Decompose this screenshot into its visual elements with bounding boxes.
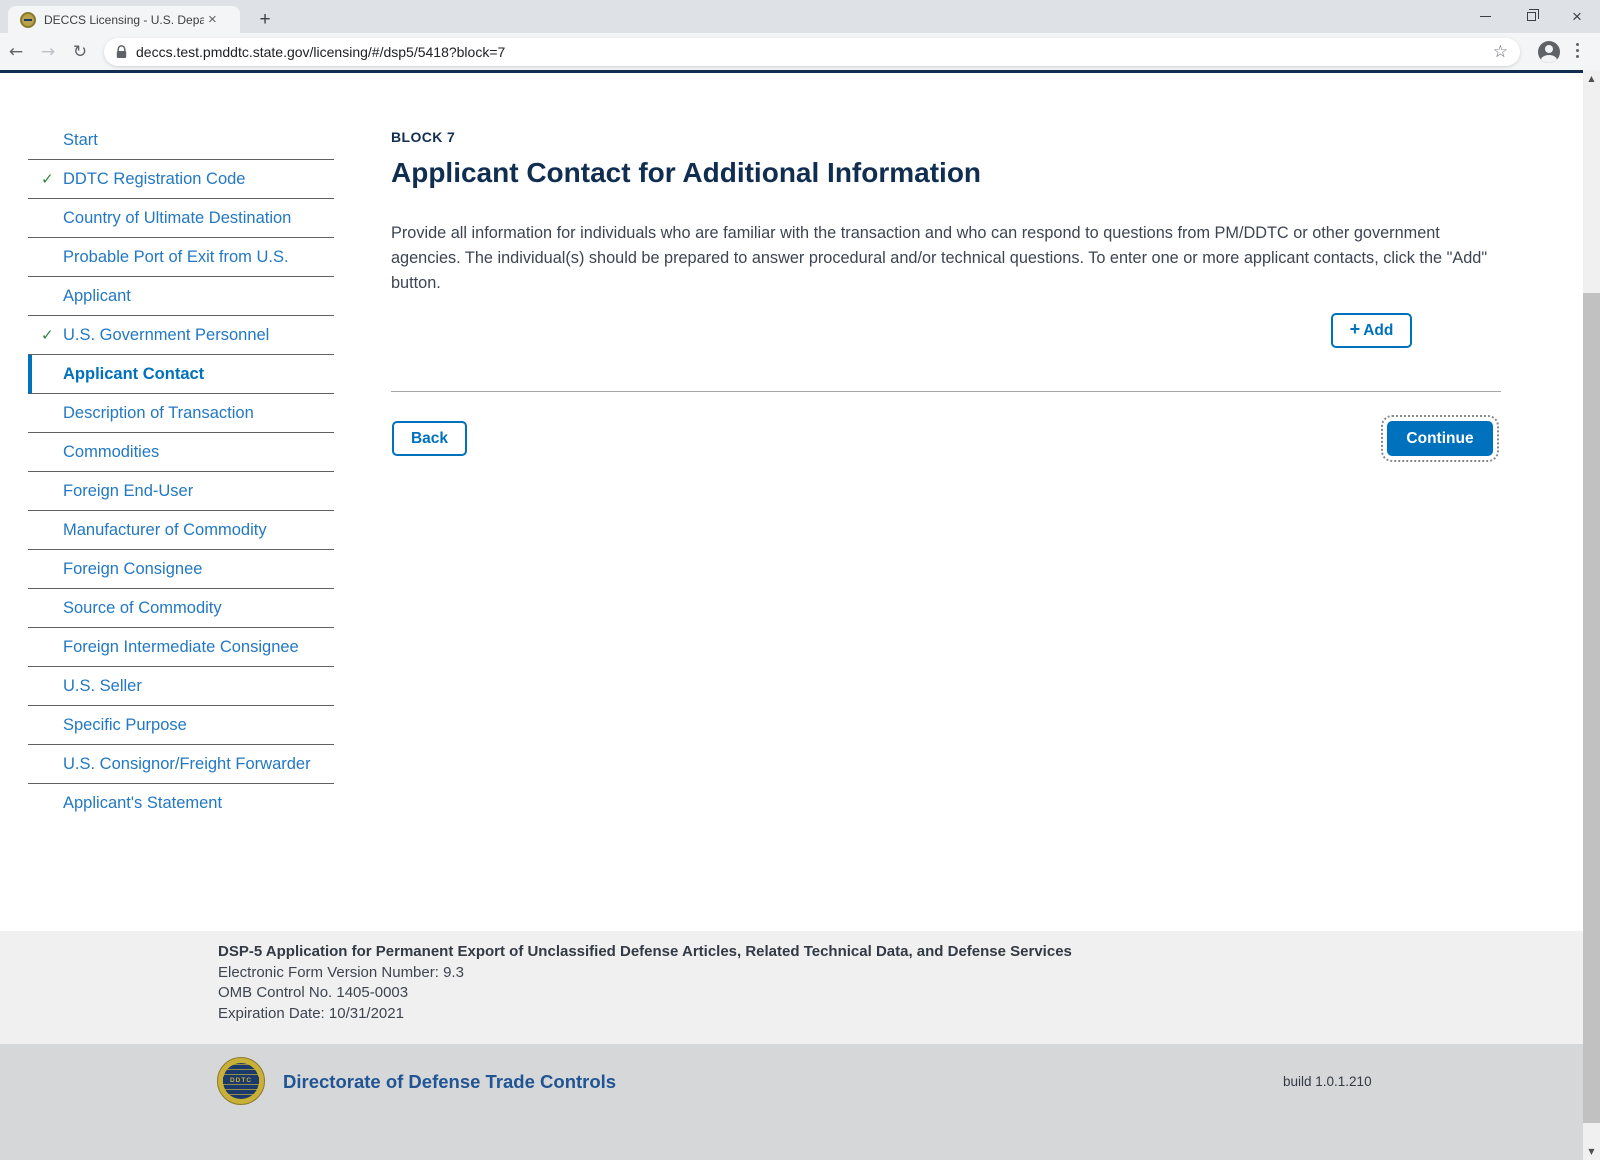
browser-toolbar: ← → ↻ deccs.test.pmddtc.state.gov/licens… [0, 33, 1600, 70]
sidebar-item-foreign-intermediate-consignee[interactable]: ✓ Foreign Intermediate Consignee [28, 628, 334, 667]
sidebar-item-label: Start [63, 131, 98, 150]
page-top-accent-bar [0, 70, 1583, 73]
sidebar-item-description-of-transaction[interactable]: ✓ Description of Transaction [28, 394, 334, 433]
lock-icon [116, 45, 127, 59]
sidebar-item-u-s-consignor-freight-forwarder[interactable]: ✓ U.S. Consignor/Freight Forwarder [28, 745, 334, 784]
new-tab-button[interactable]: + [252, 8, 278, 32]
block-label: BLOCK 7 [391, 129, 455, 145]
back-button[interactable]: Back [392, 421, 467, 456]
sidebar-item-applicant[interactable]: ✓ Applicant [28, 277, 334, 316]
sidebar-item-country-of-ultimate-destination[interactable]: ✓ Country of Ultimate Destination [28, 199, 334, 238]
forward-icon[interactable]: → [32, 42, 64, 62]
sidebar-item-label: U.S. Seller [63, 677, 142, 696]
plus-icon: + [1350, 319, 1361, 340]
browser-titlebar: DECCS Licensing - U.S. Departme × + × [0, 0, 1600, 33]
reload-icon[interactable]: ↻ [64, 42, 96, 62]
sidebar-item-label: Description of Transaction [63, 404, 254, 423]
close-icon: × [1572, 8, 1582, 25]
ddtc-seal-icon: DDTC [217, 1057, 265, 1105]
minimize-icon [1480, 16, 1491, 17]
page-content: ✓ Start ✓ DDTC Registration Code ✓ Count… [0, 70, 1583, 1160]
sidebar-item-label: Foreign Intermediate Consignee [63, 638, 299, 657]
expiration-date: Expiration Date: 10/31/2021 [218, 1004, 1583, 1025]
sidebar-item-start[interactable]: ✓ Start [28, 121, 334, 160]
sidebar-item-label: DDTC Registration Code [63, 170, 245, 189]
page-title: Applicant Contact for Additional Informa… [391, 157, 981, 189]
sidebar-item-source-of-commodity[interactable]: ✓ Source of Commodity [28, 589, 334, 628]
navigation-buttons: Back Continue [391, 421, 1501, 456]
sidebar-item-label: U.S. Consignor/Freight Forwarder [63, 755, 311, 774]
omb-control: OMB Control No. 1405-0003 [218, 983, 1583, 1004]
window-controls: × [1462, 0, 1600, 33]
restore-icon [1527, 12, 1536, 21]
section-divider [391, 391, 1501, 392]
sidebar-item-label: Applicant's Statement [63, 794, 222, 813]
sidebar-item-label: Foreign Consignee [63, 560, 202, 579]
add-row: + Add [391, 313, 1501, 348]
browser-tab[interactable]: DECCS Licensing - U.S. Departme × [8, 6, 240, 33]
add-button-label: Add [1363, 322, 1393, 340]
sidebar-item-foreign-consignee[interactable]: ✓ Foreign Consignee [28, 550, 334, 589]
ddtc-seal-favicon-icon [20, 12, 36, 28]
minimize-button[interactable] [1462, 0, 1508, 33]
tab-title: DECCS Licensing - U.S. Departme [44, 13, 204, 27]
add-button[interactable]: + Add [1331, 313, 1412, 348]
sidebar-item-label: Country of Ultimate Destination [63, 209, 291, 228]
sidebar-item-label: Foreign End-User [63, 482, 193, 501]
org-name: Directorate of Defense Trade Controls [283, 1071, 616, 1093]
sidebar-item-specific-purpose[interactable]: ✓ Specific Purpose [28, 706, 334, 745]
browser-menu-icon[interactable] [1576, 43, 1579, 58]
form-info-footer: DSP-5 Application for Permanent Export o… [0, 931, 1583, 1044]
sidebar-item-ddtc-registration-code[interactable]: ✓ DDTC Registration Code [28, 160, 334, 199]
sidebar-item-applicant-contact[interactable]: ✓ Applicant Contact [28, 355, 334, 394]
sidebar-item-u-s-government-personnel[interactable]: ✓ U.S. Government Personnel [28, 316, 334, 355]
sidebar-item-label: Applicant [63, 287, 131, 306]
form-title: DSP-5 Application for Permanent Export o… [218, 942, 1583, 963]
sidebar-item-probable-port-of-exit-from-u-s[interactable]: ✓ Probable Port of Exit from U.S. [28, 238, 334, 277]
sidebar-item-applicant-s-statement[interactable]: ✓ Applicant's Statement [28, 784, 334, 823]
close-button[interactable]: × [1554, 0, 1600, 33]
browser-window: DECCS Licensing - U.S. Departme × + × ← … [0, 0, 1600, 1160]
profile-avatar-icon[interactable] [1538, 41, 1560, 63]
sidebar-item-u-s-seller[interactable]: ✓ U.S. Seller [28, 667, 334, 706]
sidebar-item-label: Manufacturer of Commodity [63, 521, 267, 540]
sidebar-item-label: Applicant Contact [63, 365, 204, 384]
sidebar-nav: ✓ Start ✓ DDTC Registration Code ✓ Count… [28, 121, 334, 823]
scroll-down-icon[interactable]: ▼ [1583, 1143, 1600, 1160]
page-description: Provide all information for individuals … [391, 221, 1501, 296]
sidebar-item-manufacturer-of-commodity[interactable]: ✓ Manufacturer of Commodity [28, 511, 334, 550]
restore-button[interactable] [1508, 0, 1554, 33]
check-icon: ✓ [41, 170, 54, 188]
sidebar-item-label: Specific Purpose [63, 716, 187, 735]
sidebar-item-label: Probable Port of Exit from U.S. [63, 248, 289, 267]
build-number: build 1.0.1.210 [1283, 1074, 1372, 1089]
vertical-scrollbar[interactable]: ▲ ▼ [1583, 70, 1600, 1160]
sidebar-item-commodities[interactable]: ✓ Commodities [28, 433, 334, 472]
tab-close-icon[interactable]: × [208, 12, 217, 27]
address-bar[interactable]: deccs.test.pmddtc.state.gov/licensing/#/… [104, 38, 1520, 66]
sidebar-item-label: Commodities [63, 443, 159, 462]
site-footer: DDTC Directorate of Defense Trade Contro… [0, 1044, 1583, 1160]
scrollbar-thumb[interactable] [1583, 293, 1600, 1123]
check-icon: ✓ [41, 326, 54, 344]
url-text[interactable]: deccs.test.pmddtc.state.gov/licensing/#/… [136, 44, 1493, 60]
continue-button[interactable]: Continue [1387, 421, 1493, 456]
bookmark-star-icon[interactable]: ☆ [1493, 42, 1508, 62]
scroll-up-icon[interactable]: ▲ [1583, 70, 1600, 87]
sidebar-item-foreign-end-user[interactable]: ✓ Foreign End-User [28, 472, 334, 511]
form-version: Electronic Form Version Number: 9.3 [218, 963, 1583, 984]
sidebar-item-label: U.S. Government Personnel [63, 326, 269, 345]
sidebar-item-label: Source of Commodity [63, 599, 222, 618]
back-icon[interactable]: ← [0, 42, 32, 62]
